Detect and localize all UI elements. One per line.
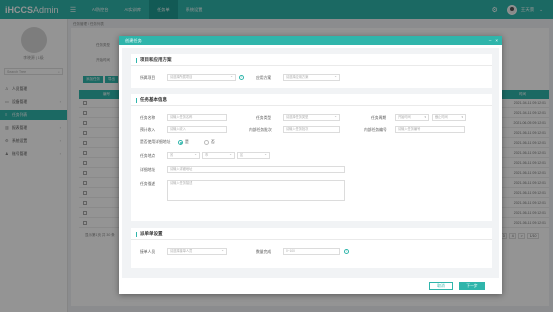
quota-input[interactable]: 0~100: [283, 248, 340, 255]
number-label: 内部任务编号: [364, 128, 387, 132]
number-input[interactable]: 请输入任务编号: [395, 126, 465, 133]
budget-label: 预计收入: [140, 128, 156, 132]
desc-textarea[interactable]: 请输入任务描述: [167, 180, 345, 201]
section-title: 项目和应用方案: [131, 54, 492, 66]
map-label: 是否使用详细地址: [140, 140, 171, 144]
quota-label: 数量完成: [256, 250, 272, 254]
modal-footer: 取消 下一步: [119, 278, 502, 294]
batch-label: 内部任务批次: [249, 128, 272, 132]
province-select[interactable]: 省: [167, 152, 200, 159]
info-icon[interactable]: i: [344, 249, 349, 254]
minimize-icon[interactable]: –: [489, 36, 492, 45]
task-period-label: 任务周期: [371, 116, 387, 120]
assignee-select[interactable]: 请选择接单人员: [167, 248, 227, 255]
budget-input[interactable]: 请输入收入: [167, 126, 227, 133]
start-date-input[interactable]: 开始时间: [395, 114, 429, 121]
modal-title: 创建任务: [125, 38, 142, 43]
end-date-input[interactable]: 截止时间: [432, 114, 466, 121]
radio-yes-label: 是: [185, 140, 189, 144]
plan-label: 应用方案: [256, 76, 272, 80]
close-icon[interactable]: ×: [495, 36, 498, 45]
address-input[interactable]: 请输入详细地址: [167, 166, 345, 173]
desc-label: 任务描述: [140, 182, 156, 186]
task-type-label: 任务类型: [256, 116, 272, 120]
district-select[interactable]: 区: [237, 152, 270, 159]
cancel-button[interactable]: 取消: [429, 282, 453, 290]
project-label: 所属项目: [140, 76, 156, 80]
project-section: 项目和应用方案 所属项目 请选择所属项目 i 应用方案 请选择应用方案: [131, 54, 492, 88]
address-label: 详细地址: [140, 168, 156, 172]
batch-input[interactable]: 请输入任务批次: [283, 126, 340, 133]
section-title: 任务基本信息: [131, 94, 492, 106]
modal-body[interactable]: 项目和应用方案 所属项目 请选择所属项目 i 应用方案 请选择应用方案 任务基本…: [122, 48, 499, 278]
dispatch-section: 派单单设置 接单人员 请选择接单人员 数量完成 0~100 i: [131, 228, 492, 268]
create-task-modal: 创建任务 – × 项目和应用方案 所属项目 请选择所属项目 i 应用方案 请选择…: [119, 36, 502, 294]
plan-select[interactable]: 请选择应用方案: [283, 74, 340, 81]
radio-no[interactable]: [204, 139, 209, 145]
radio-yes[interactable]: [178, 139, 183, 145]
task-type-select[interactable]: 请选择任务类型: [283, 114, 340, 121]
radio-no-label: 否: [211, 140, 215, 144]
location-label: 任务地点: [140, 154, 156, 158]
city-select[interactable]: 市: [202, 152, 235, 159]
info-icon[interactable]: i: [239, 75, 244, 80]
task-name-label: 任务名称: [140, 116, 156, 120]
section-title: 派单单设置: [131, 228, 492, 240]
assignee-label: 接单人员: [140, 250, 156, 254]
modal-header: 创建任务 – ×: [119, 36, 502, 45]
next-button[interactable]: 下一步: [459, 282, 485, 290]
task-name-input[interactable]: 请输入任务名称: [167, 114, 227, 121]
task-info-section: 任务基本信息 任务名称 请输入任务名称 任务类型 请选择任务类型 任务周期 开始…: [131, 94, 492, 221]
project-select[interactable]: 请选择所属项目: [167, 74, 236, 81]
